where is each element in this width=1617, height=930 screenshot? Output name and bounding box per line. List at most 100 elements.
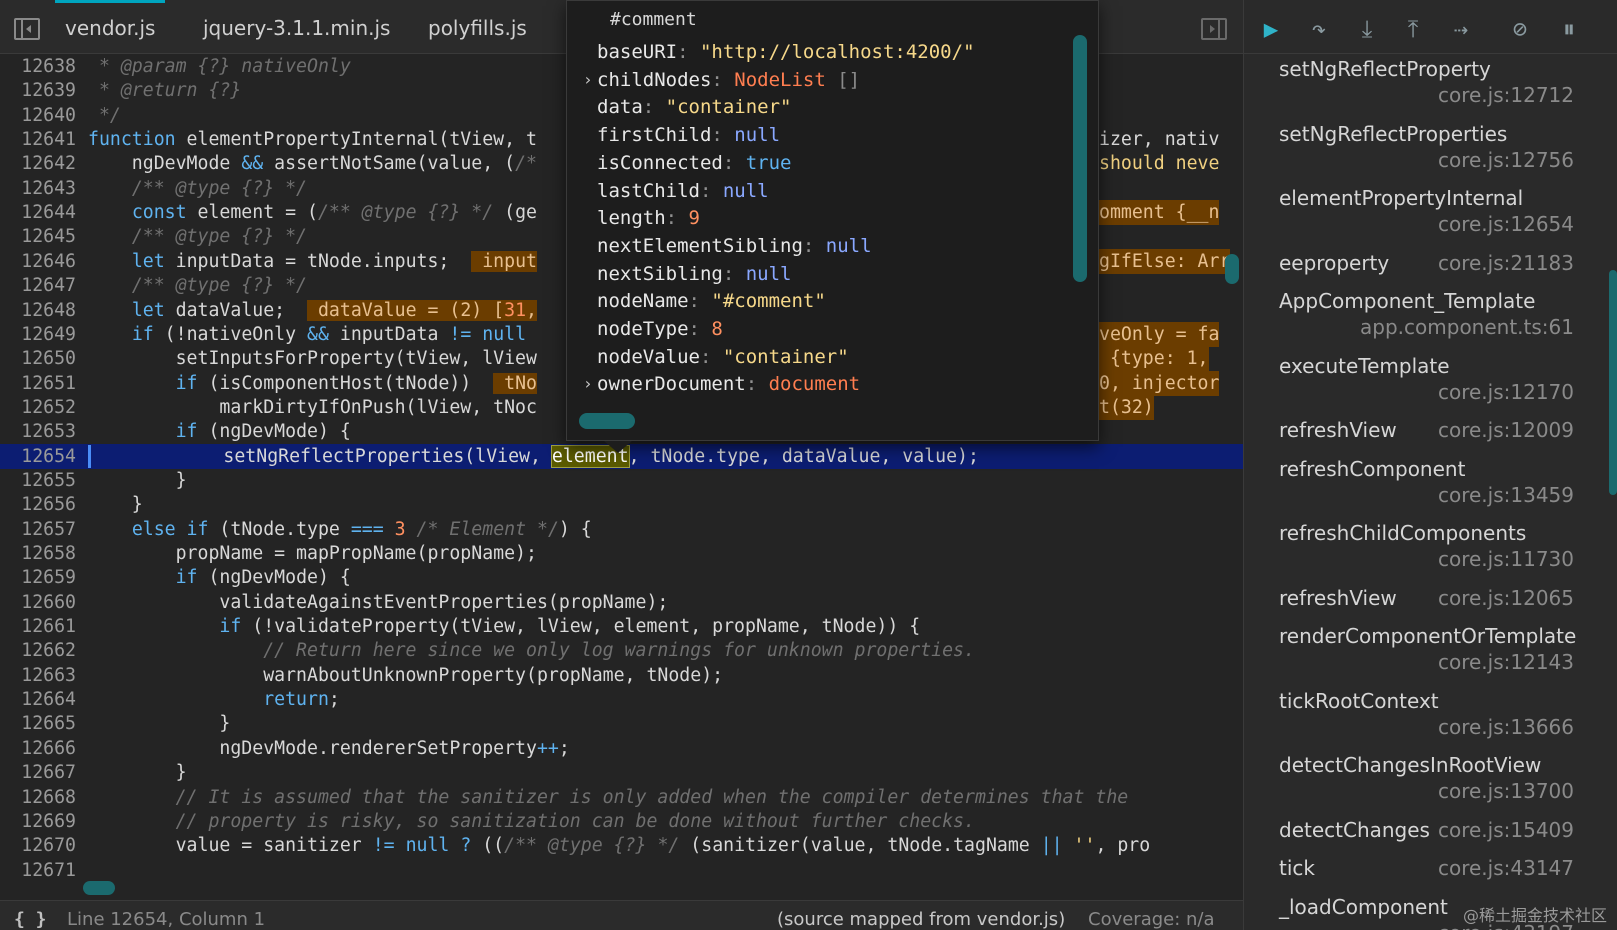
toggle-navigator-icon[interactable] (14, 18, 40, 40)
vertical-scrollbar[interactable] (1225, 254, 1239, 284)
line-number[interactable]: 12660 (0, 590, 76, 615)
call-stack-frame[interactable]: eeproperty core.js:21183 (1244, 251, 1617, 289)
popover-horizontal-scrollbar[interactable] (579, 413, 635, 429)
line-number[interactable]: 12654 (0, 444, 76, 469)
call-stack-frame[interactable]: tickRootContext core.js:13666 (1244, 689, 1617, 753)
code-line[interactable]: 12668 // It is assumed that the sanitize… (0, 785, 1243, 810)
frame-location[interactable]: core.js:12712 (1438, 83, 1574, 107)
frame-location[interactable]: core.js:15409 (1438, 818, 1574, 842)
code-line[interactable]: 12655 } (0, 468, 1243, 493)
code-line[interactable]: 12666 ngDevMode.rendererSetProperty++; (0, 736, 1243, 761)
popover-vertical-scrollbar[interactable] (1073, 35, 1087, 282)
line-number[interactable]: 12647 (0, 273, 76, 298)
code-line[interactable]: 12663 warnAboutUnknownProperty(propName,… (0, 663, 1243, 688)
pause-on-exceptions-button[interactable]: ⏸ (1552, 12, 1586, 46)
frame-location[interactable]: core.js:21183 (1438, 251, 1574, 275)
frame-location[interactable]: core.js:12065 (1438, 586, 1574, 610)
line-number[interactable]: 12649 (0, 322, 76, 347)
code-line[interactable]: 12661 if (!validateProperty(tView, lView… (0, 614, 1243, 639)
toggle-debugger-icon[interactable] (1201, 18, 1227, 40)
line-number[interactable]: 12652 (0, 395, 76, 420)
step-into-button[interactable]: ⤓ (1350, 12, 1384, 46)
line-number[interactable]: 12664 (0, 687, 76, 712)
call-stack-frame[interactable]: setNgReflectProperties core.js:12756 (1244, 122, 1617, 186)
line-number[interactable]: 12644 (0, 200, 76, 225)
frame-location[interactable]: core.js:13666 (1438, 715, 1574, 739)
frame-location[interactable]: core.js:12170 (1438, 380, 1574, 404)
call-stack-frame[interactable]: detectChanges core.js:15409 (1244, 818, 1617, 856)
expand-chevron-icon[interactable]: › (583, 66, 593, 94)
frame-location[interactable]: core.js:12756 (1438, 148, 1574, 172)
tab-vendor-js[interactable]: vendor.js (54, 0, 166, 54)
code-line[interactable]: 12669 // property is risky, so sanitizat… (0, 809, 1243, 834)
line-number[interactable]: 12669 (0, 809, 76, 834)
step-button[interactable]: ⇢ (1444, 12, 1478, 46)
line-number[interactable]: 12653 (0, 419, 76, 444)
code-line[interactable]: 12667 } (0, 760, 1243, 785)
frame-location[interactable]: core.js:11730 (1438, 547, 1574, 571)
tab-jquery[interactable]: jquery-3.1.1.min.js (203, 0, 390, 54)
line-number[interactable]: 12650 (0, 346, 76, 371)
step-out-button[interactable]: ⤒ (1396, 12, 1430, 46)
deactivate-breakpoints-button[interactable]: ⊘ (1503, 12, 1537, 46)
code-line[interactable]: 12660 validateAgainstEventProperties(pro… (0, 590, 1243, 615)
frame-location[interactable]: core.js:12143 (1438, 650, 1574, 674)
tab-polyfills[interactable]: polyfills.js (428, 0, 527, 54)
line-number[interactable]: 12665 (0, 711, 76, 736)
line-number[interactable]: 12643 (0, 176, 76, 201)
code-line[interactable]: 12658 propName = mapPropName(propName); (0, 541, 1243, 566)
frame-location[interactable]: core.js:12654 (1438, 212, 1574, 236)
line-number[interactable]: 12661 (0, 614, 76, 639)
horizontal-scrollbar[interactable] (83, 881, 115, 895)
call-stack-frame[interactable]: AppComponent_Template app.component.ts:61 (1244, 289, 1617, 353)
call-stack-frame[interactable]: refreshComponent core.js:13459 (1244, 457, 1617, 521)
line-number[interactable]: 12655 (0, 468, 76, 493)
call-stack-frame[interactable]: refreshChildComponents core.js:11730 (1244, 521, 1617, 585)
step-over-button[interactable]: ↷ (1302, 12, 1336, 46)
frame-location[interactable]: core.js:13459 (1438, 483, 1574, 507)
code-line[interactable]: 12662 // Return here since we only log w… (0, 638, 1243, 663)
call-stack-frame[interactable]: refreshView core.js:12009 (1244, 418, 1617, 456)
resume-button[interactable]: ▶ (1254, 12, 1288, 46)
line-number[interactable]: 12668 (0, 785, 76, 810)
code-line[interactable]: 12670 value = sanitizer != null ? ((/** … (0, 833, 1243, 858)
line-number[interactable]: 12646 (0, 249, 76, 274)
line-number[interactable]: 12670 (0, 833, 76, 858)
frame-location[interactable]: core.js:12009 (1438, 418, 1574, 442)
line-number[interactable]: 12656 (0, 492, 76, 517)
line-number[interactable]: 12659 (0, 565, 76, 590)
call-stack-frame[interactable]: detectChangesInRootView core.js:13700 (1244, 753, 1617, 817)
line-number[interactable]: 12648 (0, 298, 76, 323)
call-stack-frame[interactable]: refreshView core.js:12065 (1244, 586, 1617, 624)
line-number[interactable]: 12640 (0, 103, 76, 128)
call-stack-frame[interactable]: executeTemplate core.js:12170 (1244, 354, 1617, 418)
line-number[interactable]: 12662 (0, 638, 76, 663)
call-stack-frame[interactable]: setNgReflectProperty core.js:12712 (1244, 57, 1617, 121)
pretty-print-icon[interactable]: { } (14, 909, 47, 930)
code-line[interactable]: 12657 else if (tNode.type === 3 /* Eleme… (0, 517, 1243, 542)
line-number[interactable]: 12657 (0, 517, 76, 542)
sidebar-scrollbar[interactable] (1609, 270, 1617, 495)
object-property-childNodes[interactable]: › childNodes: NodeList [] (583, 66, 1077, 94)
frame-location[interactable]: core.js:43147 (1438, 856, 1574, 880)
line-number[interactable]: 12671 (0, 858, 76, 883)
line-number[interactable]: 12666 (0, 736, 76, 761)
line-number[interactable]: 12663 (0, 663, 76, 688)
line-number[interactable]: 12658 (0, 541, 76, 566)
line-number[interactable]: 12645 (0, 224, 76, 249)
code-line[interactable]: 12664 return; (0, 687, 1243, 712)
line-number[interactable]: 12651 (0, 371, 76, 396)
line-number[interactable]: 12638 (0, 54, 76, 79)
frame-location[interactable]: app.component.ts:61 (1360, 315, 1574, 339)
line-number[interactable]: 12667 (0, 760, 76, 785)
call-stack-frame[interactable]: renderComponentOrTemplate core.js:12143 (1244, 624, 1617, 688)
code-line[interactable]: 12671 (0, 858, 1243, 883)
line-number[interactable]: 12639 (0, 78, 76, 103)
source-map-info[interactable]: (source mapped from vendor.js) (777, 909, 1065, 930)
frame-location[interactable]: core.js:13700 (1438, 779, 1574, 803)
line-number[interactable]: 12641 (0, 127, 76, 152)
code-line[interactable]: 12656 } (0, 492, 1243, 517)
call-stack-frame[interactable]: elementPropertyInternal core.js:12654 (1244, 186, 1617, 250)
line-number[interactable]: 12642 (0, 151, 76, 176)
call-stack-frame[interactable]: tick core.js:43147 (1244, 856, 1617, 894)
